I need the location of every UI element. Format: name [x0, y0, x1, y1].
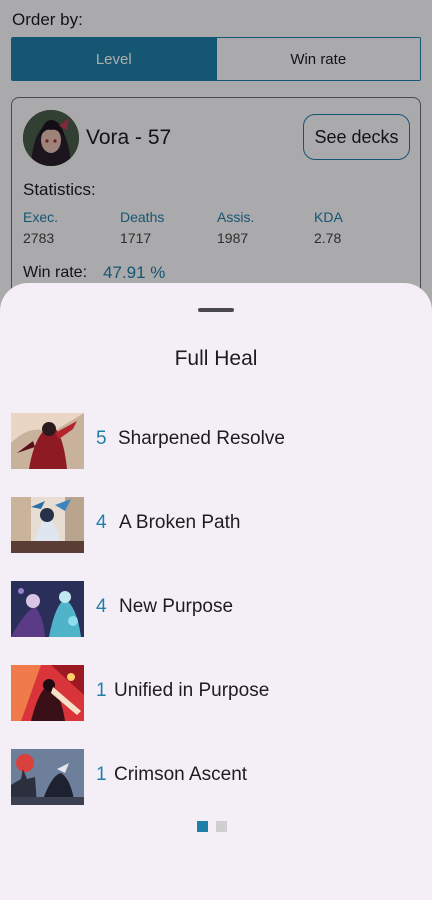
- twin-mages-art-thumbnail: [11, 581, 84, 637]
- deck-count: 4: [96, 512, 107, 533]
- deck-count: 1: [96, 680, 107, 701]
- deck-name: New Purpose: [119, 596, 234, 617]
- red-warrior-art-thumbnail: [11, 413, 84, 469]
- page-indicator: [197, 821, 227, 832]
- moonlit-castle-art-thumbnail: [11, 749, 84, 805]
- page-dot-active[interactable]: [197, 821, 208, 832]
- deck-name: Crimson Ascent: [114, 764, 248, 785]
- deck-row[interactable]: 5 Sharpened Resolve: [0, 413, 432, 469]
- deck-row[interactable]: 4 New Purpose: [0, 581, 432, 637]
- deck-name: A Broken Path: [119, 512, 241, 533]
- deck-row[interactable]: 1 Unified in Purpose: [0, 665, 432, 721]
- sheet-title: Full Heal: [174, 347, 258, 370]
- deck-name: Unified in Purpose: [114, 680, 270, 701]
- drag-handle[interactable]: [198, 308, 234, 312]
- crimson-blade-art-thumbnail: [11, 665, 84, 721]
- blue-spirit-art-thumbnail: [11, 497, 84, 553]
- deck-row[interactable]: 1 Crimson Ascent: [0, 749, 432, 805]
- deck-count: 1: [96, 764, 107, 785]
- deck-count: 5: [96, 428, 107, 449]
- deck-row[interactable]: 4 A Broken Path: [0, 497, 432, 553]
- page-dot[interactable]: [216, 821, 227, 832]
- deck-count: 4: [96, 596, 107, 617]
- deck-name: Sharpened Resolve: [118, 428, 285, 449]
- deck-bottom-sheet: Full Heal 5 Sharpened Resolve 4 A Broken…: [0, 283, 432, 900]
